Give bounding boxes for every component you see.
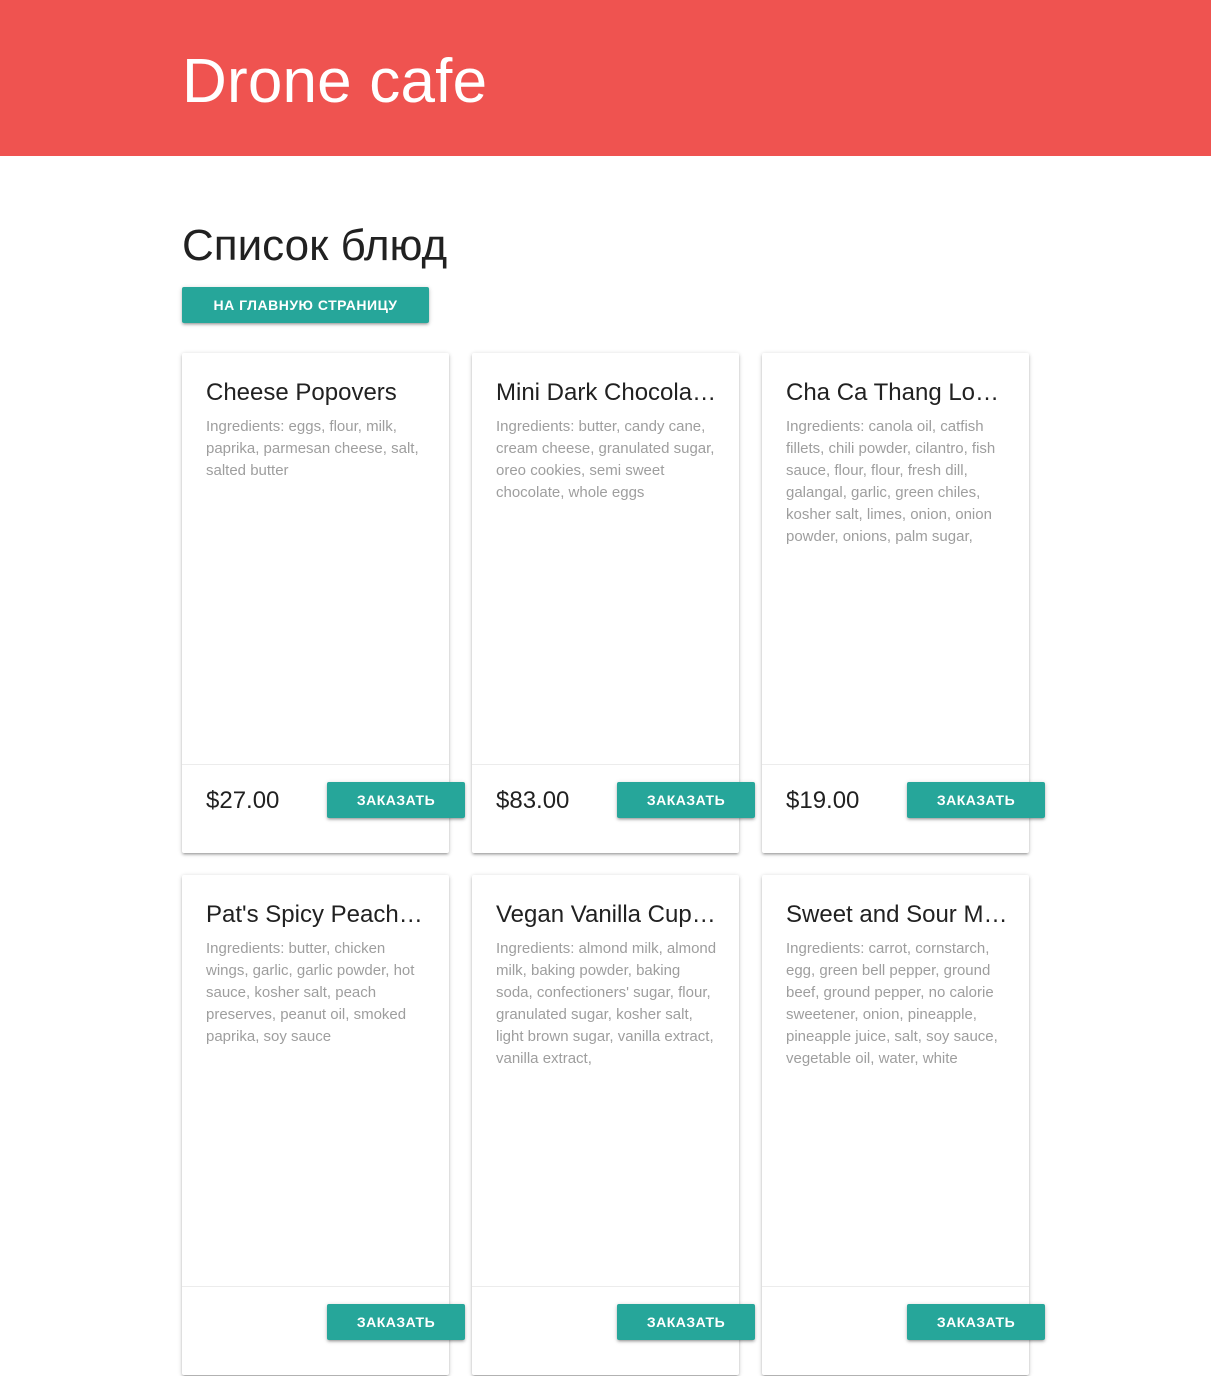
dish-price: $83.00 [496, 787, 570, 814]
card-action: $27.00 Заказать [182, 764, 465, 854]
dish-card: Sweet and Sour Meatballs Ingredients: ca… [762, 875, 1045, 1376]
dish-ingredients: Ingredients: eggs, flour, milk, paprika,… [206, 418, 419, 479]
brand-logo[interactable]: Drone cafe [182, 46, 487, 118]
dish-card: Cheese Popovers Ingredients: eggs, flour… [182, 353, 465, 854]
page-title: Список блюд [182, 221, 448, 270]
dish-card: Mini Dark Chocolate Peppermint Cheesecak… [472, 353, 755, 854]
dish-ingredients: Ingredients: butter, candy cane, cream c… [496, 418, 715, 501]
card-action: $19.00 Заказать [762, 764, 1045, 854]
dish-card: Cha Ca Thang Long (Vietnamese Fish) Ingr… [762, 353, 1045, 854]
dish-title: Pat's Spicy Peach Hot Wings [206, 901, 428, 928]
home-page-button[interactable]: На главную страницу [182, 287, 429, 323]
order-button[interactable]: Заказать [327, 782, 465, 818]
dish-title: Cheese Popovers [206, 379, 397, 406]
order-button[interactable]: Заказать [617, 782, 755, 818]
dish-ingredients: Ingredients: almond milk, almond milk, b… [496, 940, 717, 1067]
order-button[interactable]: Заказать [327, 1304, 465, 1340]
order-button[interactable]: Заказать [907, 782, 1045, 818]
dish-ingredients: Ingredients: butter, chicken wings, garl… [206, 940, 415, 1045]
dish-ingredients: Ingredients: canola oil, catfish fillets… [786, 418, 996, 545]
order-button[interactable]: Заказать [907, 1304, 1045, 1340]
card-action: Заказать [762, 1286, 1045, 1376]
card-action: Заказать [472, 1286, 755, 1376]
dish-title: Vegan Vanilla Cupcakes [496, 901, 718, 928]
dish-price: $19.00 [786, 787, 860, 814]
dish-ingredients: Ingredients: carrot, cornstarch, egg, gr… [786, 940, 998, 1067]
card-action: Заказать [182, 1286, 465, 1376]
dish-title: Sweet and Sour Meatballs [786, 901, 1008, 928]
order-button[interactable]: Заказать [617, 1304, 755, 1340]
dish-price: $27.00 [206, 787, 280, 814]
dish-title: Mini Dark Chocolate Peppermint Cheesecak… [496, 379, 718, 406]
site-header: Drone cafe [0, 0, 1211, 156]
dish-title: Cha Ca Thang Long (Vietnamese Fish) [786, 379, 1008, 406]
card-action: $83.00 Заказать [472, 764, 755, 854]
dish-card: Vegan Vanilla Cupcakes Ingredients: almo… [472, 875, 755, 1376]
dish-card: Pat's Spicy Peach Hot Wings Ingredients:… [182, 875, 465, 1376]
